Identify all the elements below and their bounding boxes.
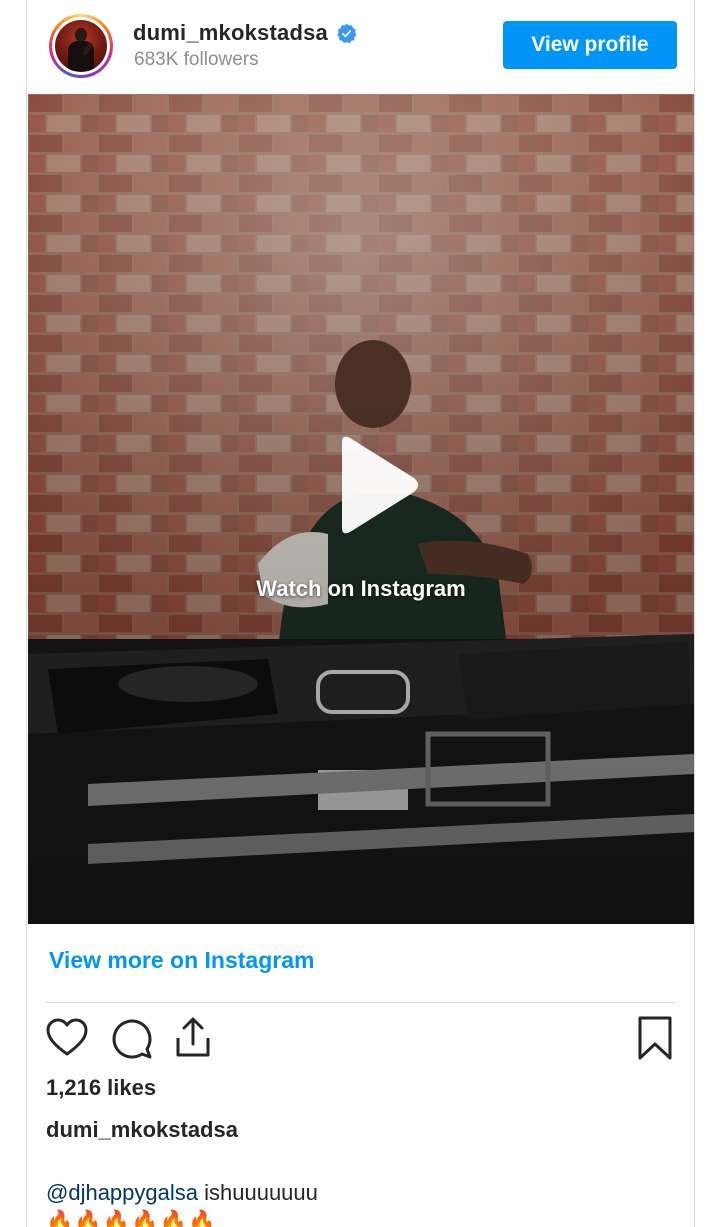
- username-row: dumi_mkokstadsa: [133, 20, 357, 46]
- bookmark-icon[interactable]: [633, 1016, 677, 1060]
- profile-avatar[interactable]: [49, 14, 113, 78]
- like-count[interactable]: 1,216 likes: [46, 1075, 156, 1101]
- follower-count: 683K followers: [134, 49, 259, 70]
- verified-badge-icon: [337, 23, 357, 43]
- view-more-link[interactable]: View more on Instagram: [49, 947, 314, 974]
- action-bar: [27, 1016, 694, 1062]
- watch-on-instagram-label[interactable]: Watch on Instagram: [28, 576, 694, 602]
- post-header: dumi_mkokstadsa 683K followers View prof…: [27, 0, 694, 93]
- share-icon[interactable]: [171, 1016, 215, 1060]
- caption-mention[interactable]: @djhappygalsa: [46, 1180, 198, 1205]
- avatar-image: [55, 20, 107, 72]
- comment-icon[interactable]: [109, 1016, 153, 1060]
- instagram-embed-card: dumi_mkokstadsa 683K followers View prof…: [26, 0, 695, 1227]
- caption: @djhappygalsa ishuuuuuuu: [46, 1180, 318, 1206]
- username[interactable]: dumi_mkokstadsa: [133, 20, 328, 46]
- video-preview[interactable]: Watch on Instagram: [28, 94, 694, 924]
- caption-text: ishuuuuuuu: [198, 1180, 318, 1205]
- heart-icon[interactable]: [45, 1016, 89, 1060]
- divider: [46, 1002, 676, 1003]
- caption-emojis: 🔥🔥🔥🔥🔥🔥: [46, 1209, 217, 1227]
- view-profile-button[interactable]: View profile: [503, 21, 677, 69]
- caption-username[interactable]: dumi_mkokstadsa: [46, 1117, 238, 1143]
- play-icon[interactable]: [314, 430, 424, 540]
